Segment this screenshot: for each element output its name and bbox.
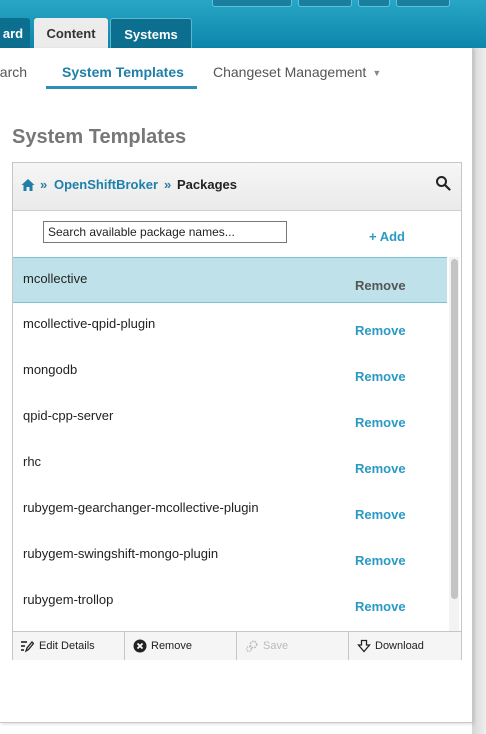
subnav: earch System Templates Changeset Managem… [0, 48, 472, 89]
tab-content[interactable]: Content [34, 18, 108, 48]
remove-package-button[interactable]: Remove [355, 553, 406, 568]
download-icon [357, 639, 371, 653]
edit-details-label: Edit Details [39, 640, 95, 652]
edit-details-button[interactable]: Edit Details [13, 632, 125, 660]
package-row[interactable]: rubygem-trollop Remove [13, 579, 447, 631]
subnav-item-changeset-management[interactable]: Changeset Management ▼ [213, 64, 381, 80]
package-name: rubygem-trollop [23, 592, 114, 607]
package-name: rubygem-gearchanger-mcollective-plugin [23, 500, 259, 515]
package-search-row: + Add [13, 211, 447, 257]
download-button[interactable]: Download [349, 632, 461, 660]
editor-footer-toolbar: Edit Details Remove Save Download [13, 631, 461, 660]
search-icon[interactable] [435, 175, 451, 191]
package-row[interactable]: mcollective Remove [13, 257, 447, 303]
package-row[interactable]: rhc Remove [13, 441, 447, 487]
remove-package-button[interactable]: Remove [355, 507, 406, 522]
package-name: mongodb [23, 362, 78, 377]
save-label: Save [263, 640, 289, 652]
package-row[interactable]: mongodb Remove [13, 349, 447, 395]
page-title: System Templates [12, 126, 187, 148]
home-icon[interactable] [21, 178, 35, 192]
remove-package-button[interactable]: Remove [355, 323, 406, 338]
package-name: mcollective [23, 271, 88, 286]
top-header: ard Content Systems [0, 0, 486, 48]
breadcrumb-item-template[interactable]: OpenShiftBroker [54, 177, 158, 192]
subnav-item-search[interactable]: earch [0, 64, 27, 80]
breadcrumb-item-packages: Packages [177, 177, 237, 192]
header-button[interactable] [298, 0, 352, 7]
package-name: mcollective-qpid-plugin [23, 316, 156, 331]
remove-package-button[interactable]: Remove [355, 369, 406, 384]
header-button[interactable] [396, 0, 450, 7]
header-button[interactable] [358, 0, 390, 7]
package-search-input[interactable] [43, 221, 287, 243]
breadcrumb: » OpenShiftBroker » Packages [13, 163, 461, 211]
remove-template-button[interactable]: Remove [125, 632, 237, 660]
package-name: qpid-cpp-server [23, 408, 114, 423]
gears-icon [245, 640, 258, 653]
remove-package-button[interactable]: Remove [355, 599, 406, 614]
breadcrumb-separator: » [40, 177, 48, 192]
package-name: rubygem-swingshift-mongo-plugin [23, 546, 219, 561]
edit-icon [21, 641, 34, 653]
tab-systems[interactable]: Systems [110, 18, 192, 48]
package-row[interactable]: qpid-cpp-server Remove [13, 395, 447, 441]
active-subnav-underline [46, 86, 197, 89]
package-row[interactable]: mcollective-qpid-plugin Remove [13, 303, 447, 349]
download-label: Download [375, 640, 424, 652]
header-button[interactable] [212, 0, 292, 7]
content-panel: earch System Templates Changeset Managem… [0, 48, 473, 723]
scrollbar-thumb[interactable] [451, 259, 458, 599]
remove-package-button[interactable]: Remove [355, 278, 406, 293]
page-background [472, 48, 486, 734]
add-package-button[interactable]: + Add [369, 229, 405, 244]
subnav-item-system-templates[interactable]: System Templates [62, 64, 184, 80]
caret-down-icon: ▼ [372, 68, 382, 78]
remove-package-button[interactable]: Remove [355, 415, 406, 430]
remove-package-button[interactable]: Remove [355, 461, 406, 476]
remove-label: Remove [151, 640, 192, 652]
tab-dashboard[interactable]: ard [0, 18, 30, 48]
subnav-item-label: Changeset Management [213, 64, 367, 80]
remove-icon [133, 639, 147, 653]
package-row[interactable]: rubygem-gearchanger-mcollective-plugin R… [13, 487, 447, 533]
package-row[interactable]: rubygem-swingshift-mongo-plugin Remove [13, 533, 447, 579]
package-name: rhc [23, 454, 42, 469]
template-editor: » OpenShiftBroker » Packages + Add mcoll… [12, 162, 462, 660]
save-button[interactable]: Save [237, 632, 349, 660]
breadcrumb-separator: » [164, 177, 172, 192]
